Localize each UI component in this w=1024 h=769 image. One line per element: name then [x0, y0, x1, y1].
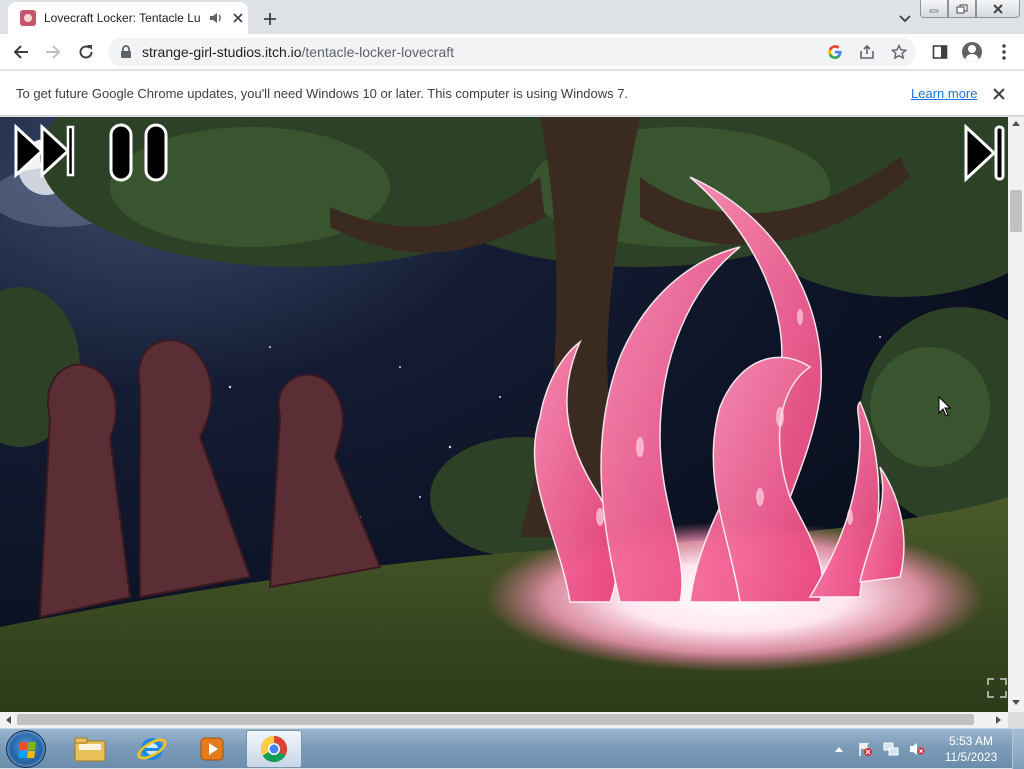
- scroll-up-icon[interactable]: [1011, 119, 1021, 127]
- chevron-down-icon: [899, 15, 911, 23]
- skip-icon[interactable]: [12, 123, 76, 179]
- back-button[interactable]: [9, 40, 33, 64]
- restore-button[interactable]: [948, 0, 976, 18]
- address-bar[interactable]: strange-girl-studios.itch.io/tentacle-lo…: [108, 38, 916, 66]
- game-canvas[interactable]: [0, 117, 1008, 712]
- url-host: strange-girl-studios.itch.io: [142, 44, 302, 60]
- game-scene: [0, 117, 1008, 712]
- tab-search-button[interactable]: [894, 8, 916, 30]
- profile-icon[interactable]: [960, 40, 984, 64]
- taskbar-chrome[interactable]: [246, 730, 302, 768]
- media-player-icon: [200, 737, 224, 761]
- reload-icon: [79, 45, 93, 59]
- show-desktop-button[interactable]: [1012, 729, 1024, 769]
- horizontal-scroll-thumb[interactable]: [17, 714, 974, 725]
- browser-toolbar: strange-girl-studios.itch.io/tentacle-lo…: [0, 34, 1024, 70]
- back-arrow-icon: [13, 45, 28, 59]
- scroll-down-icon[interactable]: [1011, 699, 1021, 707]
- menu-icon[interactable]: [992, 40, 1016, 64]
- scroll-right-icon[interactable]: [995, 715, 1003, 725]
- taskbar: 5:53 AM 11/5/2023: [0, 728, 1024, 769]
- google-icon[interactable]: [824, 42, 846, 62]
- mouse-cursor-icon: [938, 396, 952, 417]
- start-button[interactable]: [6, 730, 46, 768]
- taskbar-internet-explorer[interactable]: [124, 730, 180, 768]
- forward-arrow-icon: [46, 45, 61, 59]
- speaker-icon[interactable]: [208, 10, 224, 26]
- taskbar-media-player[interactable]: [184, 730, 240, 768]
- vertical-scroll-thumb[interactable]: [1010, 190, 1022, 232]
- infobar-close-icon[interactable]: [990, 85, 1008, 103]
- browser-tab[interactable]: Lovecraft Locker: Tentacle Lu: [8, 2, 248, 34]
- reload-button[interactable]: [74, 40, 98, 64]
- internet-explorer-icon: [137, 738, 167, 760]
- pause-icon[interactable]: [108, 123, 172, 183]
- volume-muted-icon[interactable]: [908, 740, 926, 758]
- lock-icon[interactable]: [118, 44, 134, 60]
- learn-more-link[interactable]: Learn more: [911, 86, 977, 101]
- game-favicon-icon: [20, 10, 36, 26]
- forward-button[interactable]: [41, 40, 65, 64]
- url-text: strange-girl-studios.itch.io/tentacle-lo…: [142, 44, 454, 60]
- update-infobar: To get future Google Chrome updates, you…: [0, 71, 1024, 116]
- close-window-button[interactable]: [976, 0, 1020, 18]
- restore-icon: [956, 4, 968, 13]
- plus-icon: [264, 13, 276, 25]
- side-panel-icon[interactable]: [928, 40, 952, 64]
- minimize-button[interactable]: [920, 0, 948, 18]
- window-controls: [920, 0, 1020, 18]
- new-tab-button[interactable]: [258, 7, 282, 31]
- clock-time: 5:53 AM: [948, 734, 994, 748]
- taskbar-file-explorer[interactable]: [62, 730, 118, 768]
- next-icon[interactable]: [962, 123, 1008, 183]
- chrome-icon: [260, 735, 288, 763]
- url-path: /tentacle-locker-lovecraft: [301, 44, 455, 60]
- file-explorer-icon: [74, 737, 106, 762]
- tray-expand-icon[interactable]: [830, 740, 848, 758]
- clock-date: 11/5/2023: [944, 750, 998, 764]
- scroll-left-icon[interactable]: [4, 715, 12, 725]
- share-icon[interactable]: [856, 42, 878, 62]
- infobar-message: To get future Google Chrome updates, you…: [16, 86, 629, 101]
- tab-strip: Lovecraft Locker: Tentacle Lu: [0, 0, 1024, 34]
- fullscreen-icon[interactable]: [986, 677, 1008, 699]
- close-icon: [993, 3, 1003, 14]
- windows-logo-icon: [18, 742, 36, 758]
- tab-close-icon[interactable]: [230, 10, 246, 26]
- star-icon[interactable]: [888, 42, 910, 62]
- minimize-icon: [929, 9, 939, 12]
- scrollbar-corner: [1008, 712, 1024, 728]
- avatar: [962, 42, 982, 62]
- system-tray: 5:53 AM 11/5/2023: [826, 729, 1024, 769]
- action-center-icon[interactable]: [856, 740, 874, 758]
- system-clock[interactable]: 5:53 AM 11/5/2023: [936, 733, 1006, 765]
- network-icon[interactable]: [882, 740, 900, 758]
- tab-title: Lovecraft Locker: Tentacle Lu: [44, 11, 201, 25]
